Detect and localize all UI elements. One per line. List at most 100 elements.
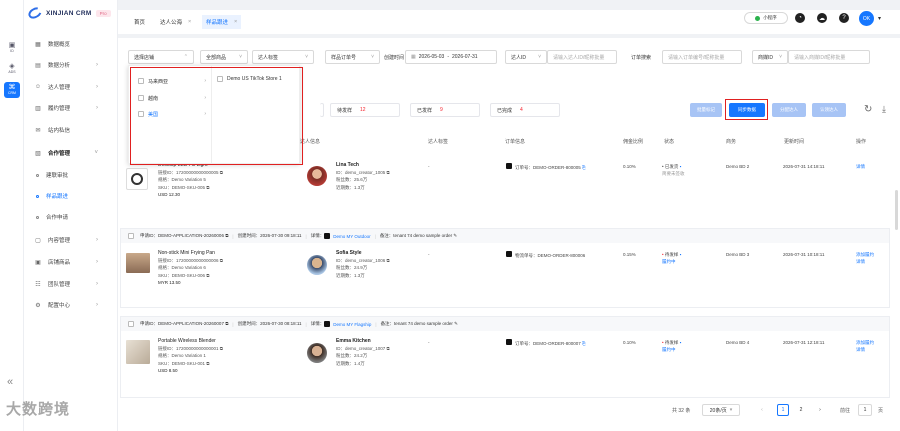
menu-item-team[interactable]: ☷ 团队管理 › bbox=[24, 278, 118, 290]
chevron-right-icon: › bbox=[96, 62, 98, 68]
help-icon[interactable]: ? bbox=[839, 13, 849, 23]
menu-item-content[interactable]: ▢ 内容管理 › bbox=[24, 234, 118, 246]
tiktok-icon bbox=[506, 251, 512, 257]
creator-tag: - bbox=[428, 340, 430, 345]
page-size-select[interactable]: 20条/页 ▾ bbox=[702, 404, 740, 416]
order-search-input[interactable]: 请输入订单编号/昵称批量 bbox=[662, 50, 742, 64]
shop-link[interactable]: Demo MY Outdoor bbox=[324, 233, 371, 239]
chevron-down-icon: ˅ bbox=[94, 150, 98, 156]
chart-icon: ▤ bbox=[35, 62, 41, 69]
tiktok-icon bbox=[506, 163, 512, 169]
creator-id-input[interactable]: 请输入达人ID/昵称批量 bbox=[547, 50, 617, 64]
claim-creator-button[interactable]: 认领达人 bbox=[812, 103, 846, 117]
product-image bbox=[126, 340, 150, 364]
bd-name: Demo BD 2 bbox=[726, 164, 750, 169]
menu-item-fulfillment[interactable]: ▥ 履约管理 › bbox=[24, 102, 118, 114]
store-select[interactable]: 选择店铺 ⌃ bbox=[128, 50, 194, 64]
order-number-select[interactable]: 样品订单号 ˅ bbox=[325, 50, 380, 64]
submenu-item-apply[interactable]: 合作申请 bbox=[24, 211, 118, 223]
goto-page-input[interactable]: 1 bbox=[858, 404, 872, 416]
menu-item-analysis[interactable]: ▤ 数据分析 › bbox=[24, 59, 118, 71]
menu-item-messages[interactable]: ✉ 站内私信 bbox=[24, 124, 118, 136]
stat-pending[interactable]: 待发样 12 bbox=[330, 103, 400, 117]
column-header: 佣金比例 bbox=[623, 139, 644, 145]
creator-avatar[interactable] bbox=[307, 343, 327, 363]
add-fulfillment-link[interactable]: 添加履约 bbox=[856, 251, 874, 258]
status-cell: • 待发样 ▪ 履约中 bbox=[662, 252, 682, 265]
ops-cell: 添加履约 详情 bbox=[856, 339, 874, 353]
rail-ads-button[interactable]: ◈ ADS bbox=[4, 61, 20, 77]
updated-time: 2026-07-31 14:18:11 bbox=[783, 164, 825, 169]
rail-crm-button[interactable]: ⌘ CRM bbox=[4, 82, 20, 98]
scrollbar[interactable] bbox=[895, 190, 898, 230]
refresh-icon[interactable]: ↻ bbox=[864, 104, 872, 115]
chevron-right-icon: › bbox=[96, 105, 98, 111]
team-icon: ☷ bbox=[35, 281, 41, 288]
creator-id-select[interactable]: 达人ID ˅ bbox=[505, 50, 547, 64]
submenu-item-approval[interactable]: 建联审批 bbox=[24, 169, 118, 181]
chevron-down-icon[interactable]: ▾ bbox=[878, 15, 881, 22]
light-icon bbox=[131, 173, 143, 185]
bell-icon[interactable]: ◔ bbox=[795, 13, 805, 23]
column-header: 达人信息 bbox=[300, 139, 321, 145]
user-avatar[interactable]: OK bbox=[859, 11, 874, 26]
settings-icon: ⚙ bbox=[35, 302, 41, 309]
detail-link[interactable]: 详情 bbox=[856, 163, 865, 170]
shop-link[interactable]: Demo MY Flagship bbox=[324, 321, 371, 327]
product-info: Non-stick Mini Frying Pan 链接ID：172000000… bbox=[158, 250, 224, 285]
page-unit-label: 页 bbox=[878, 408, 884, 414]
tab-creator-pool[interactable]: 达人公海 × bbox=[156, 15, 195, 29]
commission-rate: 0.10% bbox=[623, 340, 636, 345]
product-info: Portable Wireless Blender 链接ID：172000000… bbox=[158, 338, 224, 373]
submenu-item-sample-follow[interactable]: 样品跟进 bbox=[24, 190, 118, 202]
collapse-sidebar-icon[interactable]: « bbox=[7, 376, 13, 388]
detail-link[interactable]: 详情 bbox=[856, 258, 874, 265]
menu-item-config[interactable]: ⚙ 配置中心 › bbox=[24, 299, 118, 311]
user-icon: ☺ bbox=[34, 84, 42, 90]
menu-item-creators[interactable]: ☺ 达人管理 › bbox=[24, 81, 118, 93]
edit-status-icon[interactable]: ▪ bbox=[680, 252, 682, 257]
batch-mark-button[interactable]: 批量标记 bbox=[690, 103, 722, 117]
watermark-logo: 大数跨境 bbox=[6, 401, 71, 418]
assign-creator-button[interactable]: 分配达人 bbox=[772, 103, 806, 117]
bd-id-input[interactable]: 请输入商媒ID/昵称批量 bbox=[788, 50, 870, 64]
close-icon[interactable]: × bbox=[234, 19, 237, 25]
copy-icon[interactable]: ⎘ bbox=[581, 165, 586, 170]
stat-completed[interactable]: 已完成 4 bbox=[490, 103, 560, 117]
date-range-picker[interactable]: ▦ 2026-05-03-2026-07-31 bbox=[405, 50, 497, 64]
creator-avatar[interactable] bbox=[307, 255, 327, 275]
truck-icon[interactable]: ▪ bbox=[680, 164, 682, 169]
row-checkbox[interactable] bbox=[128, 233, 134, 239]
rail-id-button[interactable]: ▣ ID bbox=[4, 40, 20, 56]
page-1-button[interactable]: 1 bbox=[777, 404, 789, 416]
mini-program-button[interactable]: 小程序 bbox=[744, 12, 788, 24]
menu-item-cooperation[interactable]: ▧ 合作管理 ˅ bbox=[24, 147, 118, 159]
tab-sample-follow[interactable]: 样品跟进 × bbox=[202, 15, 242, 29]
product-select[interactable]: 全部商品 ˅ bbox=[200, 50, 248, 64]
prev-page-button[interactable]: ‹ bbox=[756, 404, 768, 416]
dot-icon bbox=[36, 215, 39, 219]
creator-avatar[interactable] bbox=[307, 166, 327, 186]
chevron-right-icon: › bbox=[96, 259, 98, 265]
detail-link[interactable]: 详情 bbox=[856, 346, 874, 353]
updated-time: 2026-07-31 12:18:11 bbox=[783, 340, 825, 345]
dot-icon bbox=[36, 173, 39, 177]
stat-shipped[interactable]: 已发样 9 bbox=[410, 103, 480, 117]
download-icon[interactable]: ⤓ bbox=[882, 104, 886, 115]
page-2-button[interactable]: 2 bbox=[795, 404, 807, 416]
menu-item-store-goods[interactable]: ▣ 店铺商品 › bbox=[24, 256, 118, 268]
menu-item-overview[interactable]: ▦ 数据概览 bbox=[24, 38, 118, 50]
clipboard-icon: ▥ bbox=[35, 105, 41, 112]
creator-tag-select[interactable]: 达人标签 ˅ bbox=[252, 50, 314, 64]
store-icon: ▣ bbox=[35, 259, 41, 266]
stats-edge bbox=[320, 103, 324, 117]
tab-home[interactable]: 首页 bbox=[130, 15, 149, 29]
row-checkbox[interactable] bbox=[128, 321, 134, 327]
next-page-button[interactable]: › bbox=[814, 404, 826, 416]
bd-id-select[interactable]: 商媒ID ˅ bbox=[752, 50, 788, 64]
add-fulfillment-link[interactable]: 添加履约 bbox=[856, 339, 874, 346]
close-icon[interactable]: × bbox=[188, 19, 191, 25]
copy-icon[interactable]: ⎘ bbox=[581, 341, 586, 346]
edit-status-icon[interactable]: ▪ bbox=[680, 340, 682, 345]
download-cloud-icon[interactable]: ☁ bbox=[817, 13, 827, 23]
